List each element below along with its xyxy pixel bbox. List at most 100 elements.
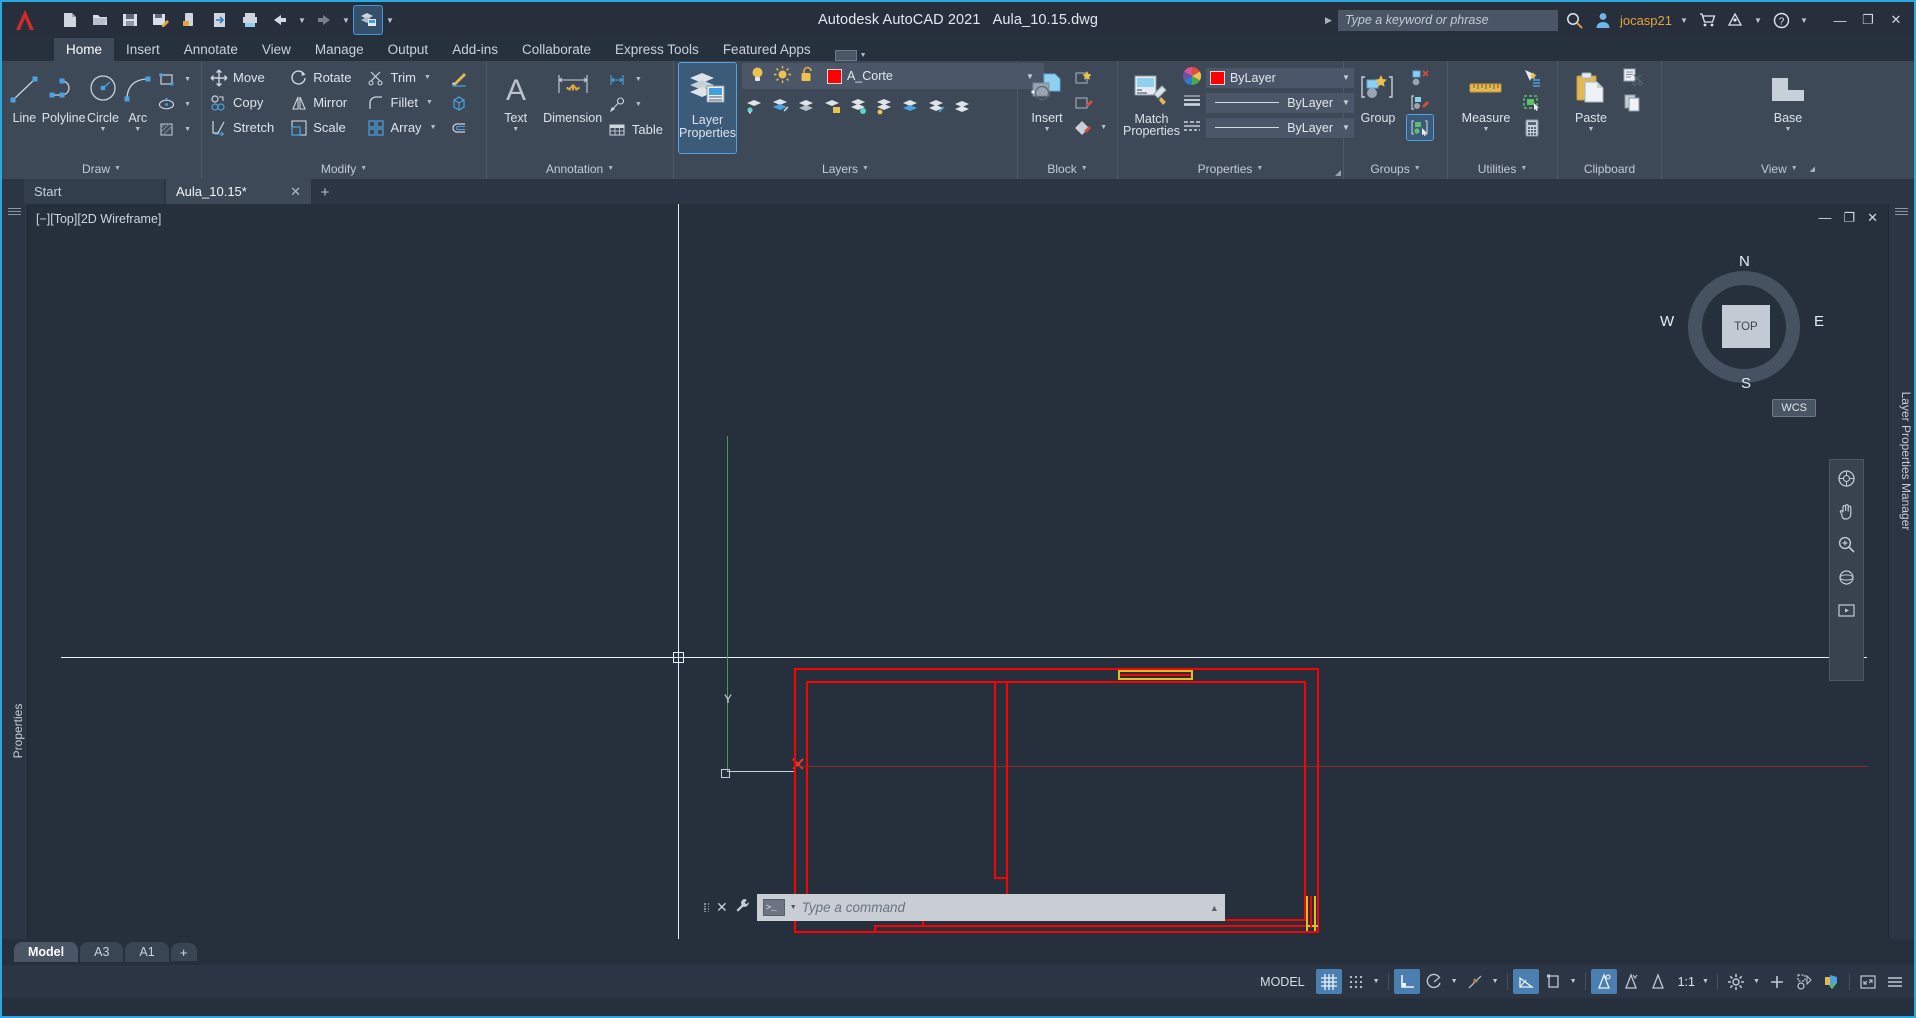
base-view-button[interactable]: Base ▼ <box>1759 65 1817 133</box>
dimension-style-button[interactable]: ▼ <box>606 67 668 92</box>
panel-switcher-caret-icon[interactable]: ▼ <box>860 52 867 59</box>
measure-dropdown-icon[interactable]: ▼ <box>1483 126 1490 133</box>
base-view-dropdown-icon[interactable]: ▼ <box>1785 126 1792 133</box>
viewport-label[interactable]: [−][Top][2D Wireframe] <box>36 212 161 226</box>
object-snap-tracking-toggle[interactable] <box>1540 969 1566 994</box>
insert-dropdown-icon[interactable]: ▼ <box>1044 126 1051 133</box>
block-attributes-button[interactable]: ▼ <box>1071 115 1112 140</box>
table-button[interactable]: Table <box>606 117 668 142</box>
wcs-selector[interactable]: WCS <box>1772 399 1816 417</box>
move-button[interactable]: Move <box>207 65 279 90</box>
edit-block-icon[interactable] <box>1071 90 1097 115</box>
layer-previous-icon[interactable] <box>950 94 976 119</box>
paste-dropdown-icon[interactable]: ▼ <box>1588 126 1595 133</box>
viewcube-west-label[interactable]: W <box>1660 313 1674 330</box>
view-panel-caret-icon[interactable]: ▼ <box>1791 165 1798 172</box>
erase-icon[interactable] <box>446 65 472 90</box>
ungroup-icon[interactable] <box>1407 65 1433 90</box>
user-name[interactable]: jocasp21 <box>1620 13 1672 28</box>
group-button[interactable]: Group <box>1349 65 1407 125</box>
orbit-icon[interactable] <box>1834 565 1860 589</box>
viewcube-north-label[interactable]: N <box>1739 253 1750 270</box>
layer-lock-icon[interactable] <box>820 94 846 119</box>
annotation-panel-caret-icon[interactable]: ▼ <box>607 165 614 172</box>
layer-unlock-icon[interactable] <box>798 65 817 87</box>
group-selection-icon[interactable] <box>1406 114 1434 141</box>
save-icon[interactable] <box>116 6 144 34</box>
panel-properties-title[interactable]: Properties ▼ <box>1118 158 1343 179</box>
undo-icon[interactable] <box>266 6 294 34</box>
fillet-dropdown-icon[interactable]: ▼ <box>426 99 433 106</box>
layout-tab-a3[interactable]: A3 <box>80 942 124 962</box>
layout-tab-model[interactable]: Model <box>14 942 79 962</box>
layer-freeze-icon[interactable] <box>768 94 794 119</box>
minimize-button[interactable]: — <box>1826 5 1854 35</box>
file-tab-drawing[interactable]: Aula_10.15* ✕ <box>166 179 311 204</box>
polar-settings-caret-icon[interactable]: ▼ <box>1448 969 1461 994</box>
avatar[interactable] <box>1592 9 1614 31</box>
workspace-settings-icon[interactable] <box>1723 969 1749 994</box>
layer-merge-icon[interactable] <box>898 94 924 119</box>
rectangle-dropdown-icon[interactable]: ▼ <box>184 76 191 83</box>
ortho-mode-toggle[interactable] <box>1393 969 1420 994</box>
scale-button[interactable]: Scale <box>287 115 356 140</box>
viewcube-top-face[interactable]: TOP <box>1722 305 1770 348</box>
dimension-button[interactable]: Dimension <box>539 65 606 125</box>
circle-dropdown-icon[interactable]: ▼ <box>99 126 106 133</box>
text-button[interactable]: A Text ▼ <box>492 65 539 133</box>
close-button[interactable]: ✕ <box>1882 5 1910 35</box>
autodesk-dropdown-icon[interactable]: ▼ <box>1752 6 1764 34</box>
isometric-drafting-toggle[interactable] <box>1512 969 1539 994</box>
steering-wheel-icon[interactable] <box>1834 466 1860 490</box>
polar-tracking-toggle[interactable] <box>1421 969 1447 994</box>
linetype-icon[interactable] <box>1182 116 1202 139</box>
pan-icon[interactable] <box>1834 499 1860 523</box>
tab-view[interactable]: View <box>250 38 303 61</box>
properties-dialog-launcher-icon[interactable]: ◢ <box>1335 168 1341 177</box>
panel-modify-title[interactable]: Modify ▼ <box>202 158 486 179</box>
file-tab-start[interactable]: Start <box>24 179 164 204</box>
clean-screen-icon[interactable] <box>1855 969 1881 994</box>
fillet-button[interactable]: Fillet ▼ <box>365 90 442 115</box>
search-input[interactable] <box>1337 9 1558 31</box>
tab-collaborate[interactable]: Collaborate <box>510 38 603 61</box>
trim-dropdown-icon[interactable]: ▼ <box>424 74 431 81</box>
user-dropdown-icon[interactable]: ▼ <box>1678 6 1690 34</box>
leader-button[interactable]: ▼ <box>606 92 668 117</box>
qat-more-icon[interactable]: ▼ <box>384 6 396 34</box>
tab-manage[interactable]: Manage <box>303 38 376 61</box>
new-icon[interactable] <box>56 6 84 34</box>
dimension-style-dropdown-icon[interactable]: ▼ <box>635 76 642 83</box>
lineweight-icon[interactable] <box>1182 91 1202 114</box>
showmotion-icon[interactable] <box>1834 598 1860 622</box>
autodesk-icon[interactable] <box>1724 9 1746 31</box>
autoscale-toggle[interactable] <box>1618 969 1644 994</box>
insert-block-button[interactable]: Insert ▼ <box>1023 65 1071 133</box>
viewport-minimize-icon[interactable]: — <box>1818 210 1831 226</box>
rotate-button[interactable]: Rotate <box>287 65 356 90</box>
undo-dropdown-icon[interactable]: ▼ <box>296 6 308 34</box>
array-button[interactable]: Array ▼ <box>365 115 442 140</box>
close-icon[interactable]: ✕ <box>290 184 301 200</box>
stretch-button[interactable]: Stretch <box>207 115 279 140</box>
cut-icon[interactable] <box>1619 65 1645 90</box>
leader-dropdown-icon[interactable]: ▼ <box>635 101 642 108</box>
layer-make-current-icon[interactable] <box>846 94 872 119</box>
draw-panel-caret-icon[interactable]: ▼ <box>114 165 121 172</box>
viewcube-south-label[interactable]: S <box>1741 375 1751 392</box>
tab-insert[interactable]: Insert <box>114 38 172 61</box>
status-bar-menu-icon[interactable] <box>1882 969 1908 994</box>
annotation-scale-toggle[interactable] <box>1645 969 1671 994</box>
command-line-grip[interactable] <box>704 900 709 916</box>
snap-mode-toggle[interactable] <box>1343 969 1369 994</box>
model-space-button[interactable]: MODEL <box>1250 969 1314 994</box>
panel-draw-title[interactable]: Draw ▼ <box>2 158 201 179</box>
arc-dropdown-icon[interactable]: ▼ <box>134 126 141 133</box>
help-icon[interactable]: ? <box>1770 9 1792 31</box>
panel-clipboard-title[interactable]: Clipboard <box>1558 158 1661 179</box>
quick-select-icon[interactable] <box>1519 65 1545 90</box>
viewport-restore-icon[interactable]: ❐ <box>1843 210 1855 226</box>
groups-panel-caret-icon[interactable]: ▼ <box>1414 165 1421 172</box>
block-panel-caret-icon[interactable]: ▼ <box>1081 165 1088 172</box>
paste-button[interactable]: Paste ▼ <box>1563 65 1619 133</box>
